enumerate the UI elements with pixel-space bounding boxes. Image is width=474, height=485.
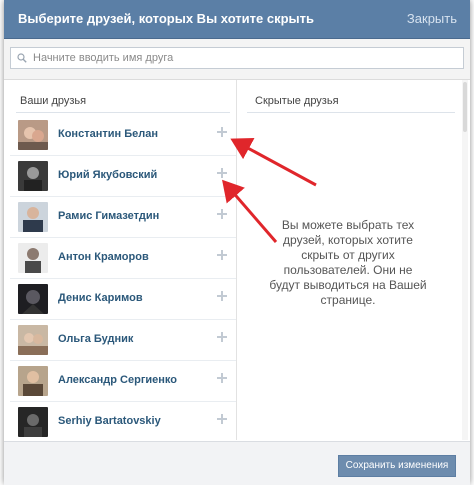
dialog-title: Выберите друзей, которых Вы хотите скрыт… [18,11,315,26]
friend-name[interactable]: Рамис Гимазетдин [58,210,159,222]
search-box[interactable] [10,47,464,69]
avatar [18,366,48,396]
plus-icon[interactable] [216,249,228,261]
dialog-footer: Сохранить изменения [4,441,470,485]
friend-row[interactable]: Ольга Будник [10,320,236,361]
friend-name[interactable]: Ольга Будник [58,333,133,345]
avatar [18,202,48,232]
plus-icon[interactable] [216,126,228,138]
search-icon [17,53,27,63]
your-friends-column: Ваши друзья Константин Белан Юрий Якубов… [10,80,237,440]
friend-name[interactable]: Serhiy Bartatovskiy [58,415,161,427]
friend-row[interactable]: Александр Сергиенко [10,361,236,402]
friend-row[interactable]: Рамис Гимазетдин [10,197,236,238]
friend-row[interactable]: Юрий Якубовский [10,156,236,197]
friend-row[interactable]: Денис Каримов [10,279,236,320]
divider [247,112,455,113]
close-link[interactable]: Закрыть [407,11,457,26]
avatar [18,120,48,150]
avatar [18,284,48,314]
search-bar [4,39,470,80]
hidden-friends-column: Скрытые друзья Вы можете выбрать тех дру… [237,80,459,440]
avatar [18,161,48,191]
plus-icon[interactable] [216,208,228,220]
plus-icon[interactable] [216,167,228,179]
friend-name[interactable]: Антон Краморов [58,251,149,263]
avatar [18,243,48,273]
hint-text: Вы можете выбрать тех друзей, которых хо… [269,218,427,307]
plus-icon[interactable] [216,290,228,302]
hide-friends-dialog: Выберите друзей, которых Вы хотите скрыт… [4,0,470,485]
friend-row[interactable]: Serhiy Bartatovskiy [10,402,236,440]
scroll-thumb[interactable] [463,82,467,132]
dialog-header: Выберите друзей, которых Вы хотите скрыт… [4,0,470,39]
avatar [18,325,48,355]
search-input[interactable] [33,50,453,66]
friend-name[interactable]: Денис Каримов [58,292,143,304]
friend-name[interactable]: Юрий Якубовский [58,169,157,181]
friend-row[interactable]: Константин Белан [10,115,236,156]
your-friends-heading: Ваши друзья [20,95,87,107]
save-button[interactable]: Сохранить изменения [338,455,456,477]
friend-name[interactable]: Константин Белан [58,128,158,140]
friend-name[interactable]: Александр Сергиенко [58,374,177,386]
friend-row[interactable]: Антон Краморов [10,238,236,279]
hidden-friends-heading: Скрытые друзья [255,95,339,107]
plus-icon[interactable] [216,372,228,384]
plus-icon[interactable] [216,331,228,343]
scrollbar[interactable] [462,80,468,440]
plus-icon[interactable] [216,413,228,425]
divider [16,112,230,113]
friends-list: Константин Белан Юрий Якубовский Рамис Г… [10,115,236,440]
avatar [18,407,48,437]
